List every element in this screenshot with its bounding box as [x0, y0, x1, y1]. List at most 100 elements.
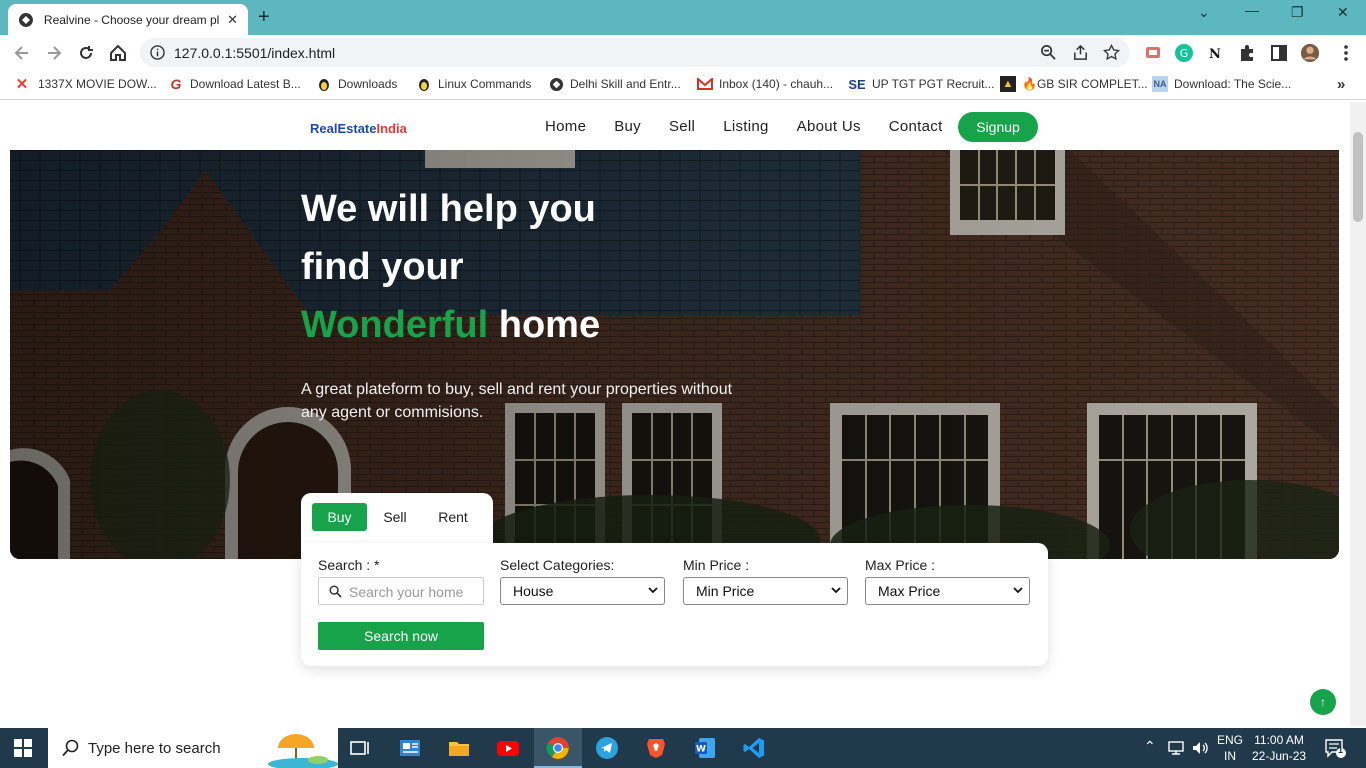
nav-sell[interactable]: Sell: [669, 118, 695, 135]
bookmark-label: 1337X MOVIE DOW...: [38, 77, 157, 91]
address-bar[interactable]: 127.0.0.1:5501/index.html: [140, 38, 1130, 67]
nav-home[interactable]: Home: [545, 118, 586, 135]
new-tab-icon[interactable]: +: [258, 6, 270, 29]
more-bookmarks-icon[interactable]: »: [1337, 76, 1345, 93]
reload-icon[interactable]: [76, 43, 96, 63]
profile-avatar-icon[interactable]: [1300, 43, 1320, 63]
max-price-selected-value: Max Price: [878, 583, 941, 599]
search-type-tabs: Buy Sell Rent: [301, 493, 493, 548]
search-placeholder: Search your home: [349, 584, 464, 600]
chrome-icon[interactable]: [546, 736, 570, 760]
category-selected-value: House: [513, 583, 554, 599]
grammarly-icon[interactable]: G: [1174, 43, 1194, 63]
clock-date: 22-Jun-23: [1252, 749, 1307, 763]
hero-house-image: [10, 150, 1339, 559]
volume-icon[interactable]: [1191, 740, 1209, 756]
browser-tab-strip: Realvine - Choose your dream pl ✕ + ⌄ — …: [0, 0, 1366, 35]
nav-about-us[interactable]: About Us: [797, 118, 861, 135]
windows-start-icon[interactable]: [14, 739, 32, 757]
bookmark-item[interactable]: ▲ 🔥GB SIR COMPLET...: [1000, 76, 1148, 92]
bookmark-item[interactable]: ✕ 1337X MOVIE DOW...: [14, 76, 157, 93]
bookmark-star-icon[interactable]: [1103, 44, 1120, 61]
site-navbar: RealEstateIndia Home Buy Sell Listing Ab…: [0, 102, 1350, 150]
bookmark-label: Inbox (140) - chauh...: [719, 77, 834, 91]
nav-listing[interactable]: Listing: [723, 118, 768, 135]
notification-count: 1: [1338, 745, 1344, 755]
news-widget-icon[interactable]: [398, 736, 422, 760]
nav-contact[interactable]: Contact: [889, 118, 943, 135]
network-icon[interactable]: [1167, 740, 1185, 756]
scrollbar-thumb[interactable]: [1353, 132, 1363, 222]
back-icon[interactable]: [12, 43, 32, 63]
cast-extension-icon[interactable]: [1143, 43, 1163, 63]
bookmark-item[interactable]: Delhi Skill and Entr...: [548, 76, 681, 92]
gmail-icon: [697, 76, 713, 92]
bookmarks-bar: ✕ 1337X MOVIE DOW... G Download Latest B..…: [0, 70, 1366, 100]
max-price-select[interactable]: Max Price: [865, 577, 1030, 605]
linux-icon: [316, 76, 332, 92]
telegram-icon[interactable]: [595, 736, 619, 760]
close-tab-icon[interactable]: ✕: [227, 12, 238, 28]
region-code: IN: [1224, 749, 1236, 763]
page-scrollbar[interactable]: [1350, 102, 1366, 726]
min-price-select[interactable]: Min Price: [683, 577, 848, 605]
tab-rent[interactable]: Rent: [428, 503, 478, 531]
search-now-button[interactable]: Search now: [318, 622, 484, 650]
site-info-icon[interactable]: [150, 45, 165, 60]
site-favicon-icon: [18, 12, 33, 27]
chrome-menu-icon[interactable]: [1336, 43, 1356, 63]
side-panel-icon[interactable]: [1269, 43, 1289, 63]
tray-overflow-icon[interactable]: ⌃: [1144, 738, 1156, 755]
notion-icon[interactable]: N: [1205, 43, 1225, 63]
language-code: ENG: [1217, 733, 1244, 747]
home-icon[interactable]: [108, 43, 128, 63]
bookmark-item[interactable]: G Download Latest B...: [168, 76, 301, 92]
scroll-to-top-button[interactable]: ↑: [1310, 689, 1336, 715]
signup-button[interactable]: Signup: [958, 112, 1038, 142]
search-icon: [62, 739, 79, 757]
zoom-icon[interactable]: [1040, 44, 1057, 61]
nav-buy[interactable]: Buy: [614, 118, 641, 135]
svg-text:N: N: [1209, 47, 1221, 62]
bookmark-item[interactable]: Inbox (140) - chauh...: [697, 76, 833, 92]
hero-subtitle: A great plateform to buy, sell and rent …: [301, 381, 733, 421]
category-select[interactable]: House: [500, 577, 665, 605]
bookmark-item[interactable]: Downloads: [316, 76, 397, 92]
bookmark-item[interactable]: NA Download: The Scie...: [1152, 76, 1291, 92]
taskbar-search-box[interactable]: Type here to search: [48, 728, 338, 768]
search-input[interactable]: Search your home: [318, 577, 484, 605]
tab-search-chevron-icon[interactable]: ⌄: [1198, 4, 1210, 21]
file-explorer-icon[interactable]: [447, 736, 471, 760]
minimize-icon[interactable]: —: [1245, 2, 1259, 18]
extensions-puzzle-icon[interactable]: [1237, 43, 1257, 63]
browser-tab[interactable]: Realvine - Choose your dream pl ✕: [8, 4, 248, 35]
share-icon[interactable]: [1072, 44, 1089, 61]
word-icon[interactable]: W: [693, 736, 717, 760]
linux-icon: [416, 76, 432, 92]
forward-icon[interactable]: [44, 43, 64, 63]
vscode-icon[interactable]: [742, 736, 766, 760]
bookmark-label: Downloads: [338, 77, 398, 91]
beach-umbrella-icon: [268, 734, 338, 768]
tab-sell[interactable]: Sell: [373, 503, 417, 531]
system-clock[interactable]: 11:00 AM 22-Jun-23: [1252, 732, 1306, 764]
svg-text:W: W: [696, 745, 706, 755]
logo-text-part2: India: [376, 121, 407, 136]
hero-heading: We will help you find your Wonderful hom…: [301, 180, 600, 354]
site-logo[interactable]: RealEstateIndia: [310, 121, 407, 136]
min-price-label: Min Price :: [683, 557, 750, 573]
brave-icon[interactable]: [644, 736, 668, 760]
category-label: Select Categories:: [500, 557, 615, 573]
chevron-down-icon: [1013, 587, 1023, 594]
youtube-icon[interactable]: [496, 736, 520, 760]
na-icon: NA: [1152, 76, 1168, 92]
svg-text:G: G: [1180, 47, 1189, 60]
bookmark-item[interactable]: Linux Commands: [416, 76, 531, 92]
tab-buy[interactable]: Buy: [312, 503, 367, 531]
language-indicator[interactable]: ENG IN: [1217, 732, 1243, 764]
clock-time: 11:00 AM: [1254, 733, 1304, 747]
close-window-icon[interactable]: ✕: [1337, 4, 1349, 21]
restore-icon[interactable]: ❐: [1291, 4, 1304, 21]
task-view-icon[interactable]: [348, 736, 372, 760]
bookmark-item[interactable]: SE UP TGT PGT Recruit...: [848, 76, 994, 92]
